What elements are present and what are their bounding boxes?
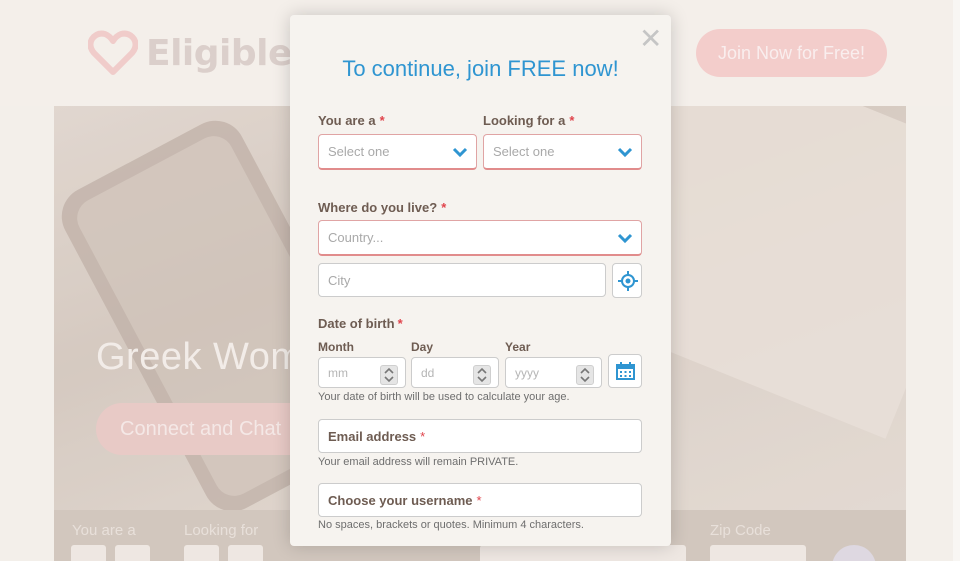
city-input[interactable]: City (318, 263, 606, 297)
day-input[interactable]: dd (411, 357, 499, 388)
you-are-value: Select one (328, 144, 390, 159)
required-mark: * (569, 113, 575, 128)
required-mark: * (397, 316, 403, 331)
scrollbar[interactable] (953, 0, 960, 561)
page: EligibleG Join Now for Free! Greek Wom C… (0, 0, 960, 561)
required-mark: * (441, 200, 447, 215)
year-placeholder: yyyy (515, 365, 539, 380)
signup-modal: ✕ To continue, join FREE now! You are a *… (290, 15, 671, 546)
email-help-text: Your email address will remain PRIVATE. (318, 456, 519, 468)
looking-for-value: Select one (493, 144, 555, 159)
crosshair-icon (618, 271, 638, 291)
stepper-arrows-icon (580, 367, 590, 383)
month-stepper[interactable] (380, 365, 398, 385)
month-input[interactable]: mm (318, 357, 406, 388)
you-are-select[interactable]: Select one (318, 134, 477, 170)
year-stepper[interactable] (576, 365, 594, 385)
country-value: Country... (328, 230, 384, 245)
modal-title: To continue, join FREE now! (342, 56, 619, 81)
month-label: Month (318, 340, 354, 354)
email-label: Email address (328, 428, 417, 444)
city-placeholder: City (328, 272, 351, 288)
where-label: Where do you live? * (318, 200, 447, 215)
username-label: Choose your username (328, 492, 473, 508)
day-placeholder: dd (421, 365, 435, 380)
dob-help-text: Your date of birth will be used to calcu… (318, 391, 570, 403)
dob-label: Date of birth * (318, 316, 403, 331)
looking-for-select[interactable]: Select one (483, 134, 642, 170)
username-input[interactable]: Choose your username * (318, 483, 642, 517)
stepper-arrows-icon (384, 367, 394, 383)
chevron-down-icon (617, 147, 633, 158)
you-are-label: You are a * (318, 113, 385, 128)
year-label: Year (505, 340, 531, 354)
year-input[interactable]: yyyy (505, 357, 602, 388)
country-select[interactable]: Country... (318, 220, 642, 256)
calendar-icon (616, 362, 635, 380)
month-placeholder: mm (328, 365, 348, 380)
looking-for-label: Looking for a * (483, 113, 575, 128)
email-input[interactable]: Email address * (318, 419, 642, 453)
required-mark: * (476, 492, 482, 508)
chevron-down-icon (617, 233, 633, 244)
close-icon[interactable]: ✕ (639, 25, 662, 53)
locate-button[interactable] (612, 263, 642, 298)
required-mark: * (379, 113, 385, 128)
required-mark: * (420, 428, 426, 444)
calendar-button[interactable] (608, 354, 642, 388)
username-help-text: No spaces, brackets or quotes. Minimum 4… (318, 519, 584, 531)
day-label: Day (411, 340, 434, 354)
chevron-down-icon (452, 147, 468, 158)
stepper-arrows-icon (477, 367, 487, 383)
day-stepper[interactable] (473, 365, 491, 385)
